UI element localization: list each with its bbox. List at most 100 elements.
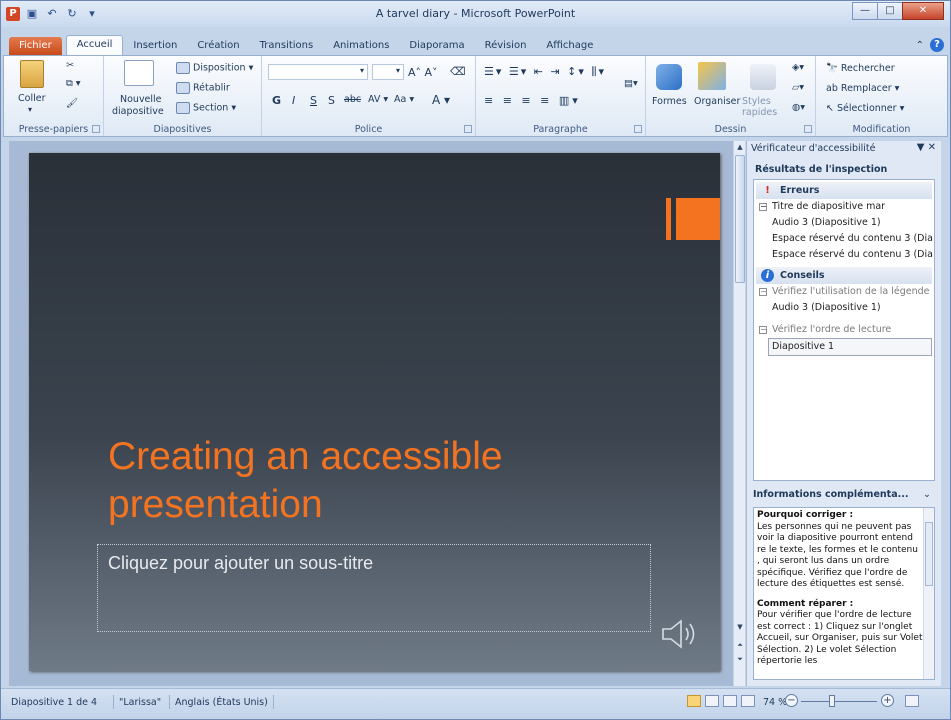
- tab-animations[interactable]: Animations: [323, 37, 399, 55]
- copy-icon[interactable]: ⧉ ▾: [66, 78, 81, 89]
- clipboard-launcher-icon[interactable]: [92, 125, 100, 133]
- align-buttons[interactable]: ≡ ≡ ≡ ≡ ▥▾: [484, 94, 581, 107]
- language-indicator[interactable]: Anglais (États Unis): [175, 697, 268, 708]
- scroll-thumb[interactable]: [925, 522, 933, 586]
- additional-info-scrollbar[interactable]: [923, 508, 934, 679]
- list-item-selected[interactable]: Diapositive 1: [768, 338, 932, 356]
- tips-category[interactable]: i Conseils: [756, 267, 932, 284]
- scroll-down-icon[interactable]: ▼: [734, 621, 746, 633]
- slide-title[interactable]: Creating an accessible presentation: [108, 433, 668, 529]
- list-item[interactable]: Audio 3 (Diapositive 1): [754, 300, 934, 316]
- group-editing: 🔭 Rechercher ab Remplacer ▾ ↖ Sélectionn…: [816, 56, 947, 136]
- next-slide-icon[interactable]: ⏷: [734, 653, 746, 665]
- tab-home[interactable]: Accueil: [65, 35, 124, 55]
- list-item[interactable]: Espace réservé du contenu 3 (Dia: [754, 247, 934, 263]
- zoom-slider-track[interactable]: [801, 701, 877, 702]
- new-slide-icon[interactable]: [124, 60, 154, 86]
- maximize-button[interactable]: □: [877, 2, 903, 20]
- quick-styles-label[interactable]: Styles: [742, 96, 771, 107]
- arrange-button[interactable]: Organiser: [694, 96, 740, 107]
- quick-styles-label-2[interactable]: rapides: [742, 107, 777, 118]
- zoom-in-icon[interactable]: +: [881, 694, 894, 707]
- drawing-launcher-icon[interactable]: [804, 125, 812, 133]
- paste-dropdown-icon[interactable]: ▾: [28, 105, 32, 114]
- pane-options-icon[interactable]: ▼: [917, 142, 925, 153]
- tab-review[interactable]: Révision: [475, 37, 537, 55]
- tab-view[interactable]: Affichage: [536, 37, 603, 55]
- slide-sorter-icon[interactable]: [705, 695, 719, 707]
- close-button[interactable]: ✕: [902, 2, 944, 20]
- list-buttons[interactable]: ☰▾ ☰▾ ⇤ ⇥ ↕▾ ⫼▾: [484, 65, 606, 79]
- normal-view-icon[interactable]: [687, 695, 701, 707]
- subtitle-placeholder[interactable]: Cliquez pour ajouter un sous-titre: [97, 544, 651, 632]
- tip-group-reading-order[interactable]: − Vérifiez l'ordre de lecture: [754, 322, 934, 338]
- font-size-field[interactable]: ▾: [372, 64, 404, 80]
- minimize-ribbon-icon[interactable]: ⌃: [916, 40, 924, 51]
- minimize-button[interactable]: —: [852, 2, 878, 20]
- strikethrough-button[interactable]: abc: [344, 94, 361, 105]
- pane-close-icon[interactable]: ✕: [928, 142, 936, 153]
- italic-button[interactable]: I: [292, 94, 295, 107]
- additional-info-header[interactable]: Informations complémenta... ⌄: [753, 489, 935, 503]
- cut-icon[interactable]: ✂: [66, 60, 74, 71]
- shapes-icon[interactable]: [656, 64, 682, 90]
- font-color-icon[interactable]: A ▾: [432, 93, 450, 107]
- chevron-down-icon[interactable]: ⌄: [923, 489, 931, 500]
- arrange-icon[interactable]: [698, 62, 726, 90]
- reading-view-icon[interactable]: [723, 695, 737, 707]
- underline-button[interactable]: S: [310, 94, 317, 107]
- fit-slide-icon[interactable]: [905, 695, 919, 707]
- paste-icon[interactable]: [20, 60, 44, 88]
- change-case-button[interactable]: Aa ▾: [394, 94, 414, 105]
- quick-styles-icon[interactable]: [750, 64, 776, 90]
- format-painter-icon[interactable]: 🖌: [66, 98, 78, 109]
- paste-label[interactable]: Coller: [18, 93, 45, 104]
- grow-font-icon[interactable]: A˄ A˅: [408, 66, 438, 79]
- new-slide-label-2[interactable]: diapositive: [112, 106, 164, 117]
- audio-speaker-icon[interactable]: [661, 618, 701, 650]
- paragraph-launcher-icon[interactable]: [634, 125, 642, 133]
- new-slide-label[interactable]: Nouvelle: [120, 94, 162, 105]
- tab-insert[interactable]: Insertion: [123, 37, 187, 55]
- scroll-up-icon[interactable]: ▲: [734, 141, 746, 153]
- font-name-field[interactable]: ▾: [268, 64, 368, 80]
- zoom-slider-thumb[interactable]: [829, 695, 835, 707]
- tab-file[interactable]: Fichier: [9, 37, 62, 55]
- zoom-out-icon[interactable]: −: [785, 694, 798, 707]
- group-paragraph: ☰▾ ☰▾ ⇤ ⇥ ↕▾ ⫼▾ ≡ ≡ ≡ ≡ ▥▾ ▤▾ Paragraphe: [476, 56, 646, 136]
- section-button[interactable]: Section ▾: [176, 102, 236, 114]
- shape-outline-icon[interactable]: ▱▾: [792, 82, 804, 93]
- errors-category[interactable]: ! Erreurs: [756, 182, 932, 199]
- char-spacing-button[interactable]: AV ▾: [368, 94, 388, 105]
- slide-canvas[interactable]: Creating an accessible presentation Cliq…: [29, 153, 720, 671]
- collapse-icon[interactable]: −: [759, 326, 767, 334]
- reset-button[interactable]: Rétablir: [176, 82, 230, 94]
- font-launcher-icon[interactable]: [464, 125, 472, 133]
- scroll-thumb[interactable]: [735, 155, 745, 283]
- tab-slideshow[interactable]: Diaporama: [399, 37, 474, 55]
- list-item[interactable]: Audio 3 (Diapositive 1): [754, 215, 934, 231]
- layout-button[interactable]: Disposition ▾: [176, 62, 253, 74]
- text-direction-icon[interactable]: ▤▾: [624, 78, 638, 89]
- help-icon[interactable]: ?: [930, 38, 944, 52]
- shape-fill-icon[interactable]: ◈▾: [792, 62, 804, 73]
- tab-design[interactable]: Création: [187, 37, 249, 55]
- shape-effects-icon[interactable]: ◍▾: [792, 102, 805, 113]
- slideshow-view-icon[interactable]: [741, 695, 755, 707]
- replace-button[interactable]: ab Remplacer ▾: [826, 83, 899, 94]
- previous-slide-icon[interactable]: ⏶: [734, 639, 746, 651]
- shapes-button[interactable]: Formes: [652, 96, 687, 107]
- zoom-level[interactable]: 74 %: [763, 697, 787, 708]
- bold-button[interactable]: G: [272, 94, 281, 107]
- tab-transitions[interactable]: Transitions: [250, 37, 324, 55]
- shadow-button[interactable]: S: [328, 94, 335, 107]
- collapse-icon[interactable]: −: [759, 288, 767, 296]
- error-group-missing-title[interactable]: − Titre de diapositive mar: [754, 199, 934, 215]
- find-button[interactable]: 🔭 Rechercher: [826, 63, 895, 74]
- clear-format-icon[interactable]: ⌫: [450, 65, 466, 78]
- slide-vertical-scrollbar[interactable]: ▲ ▼ ⏶ ⏷: [733, 141, 745, 686]
- select-button[interactable]: ↖ Sélectionner ▾: [826, 103, 904, 114]
- list-item[interactable]: Espace réservé du contenu 3 (Dia: [754, 231, 934, 247]
- collapse-icon[interactable]: −: [759, 203, 767, 211]
- tip-group-caption[interactable]: − Vérifiez l'utilisation de la légende: [754, 284, 934, 300]
